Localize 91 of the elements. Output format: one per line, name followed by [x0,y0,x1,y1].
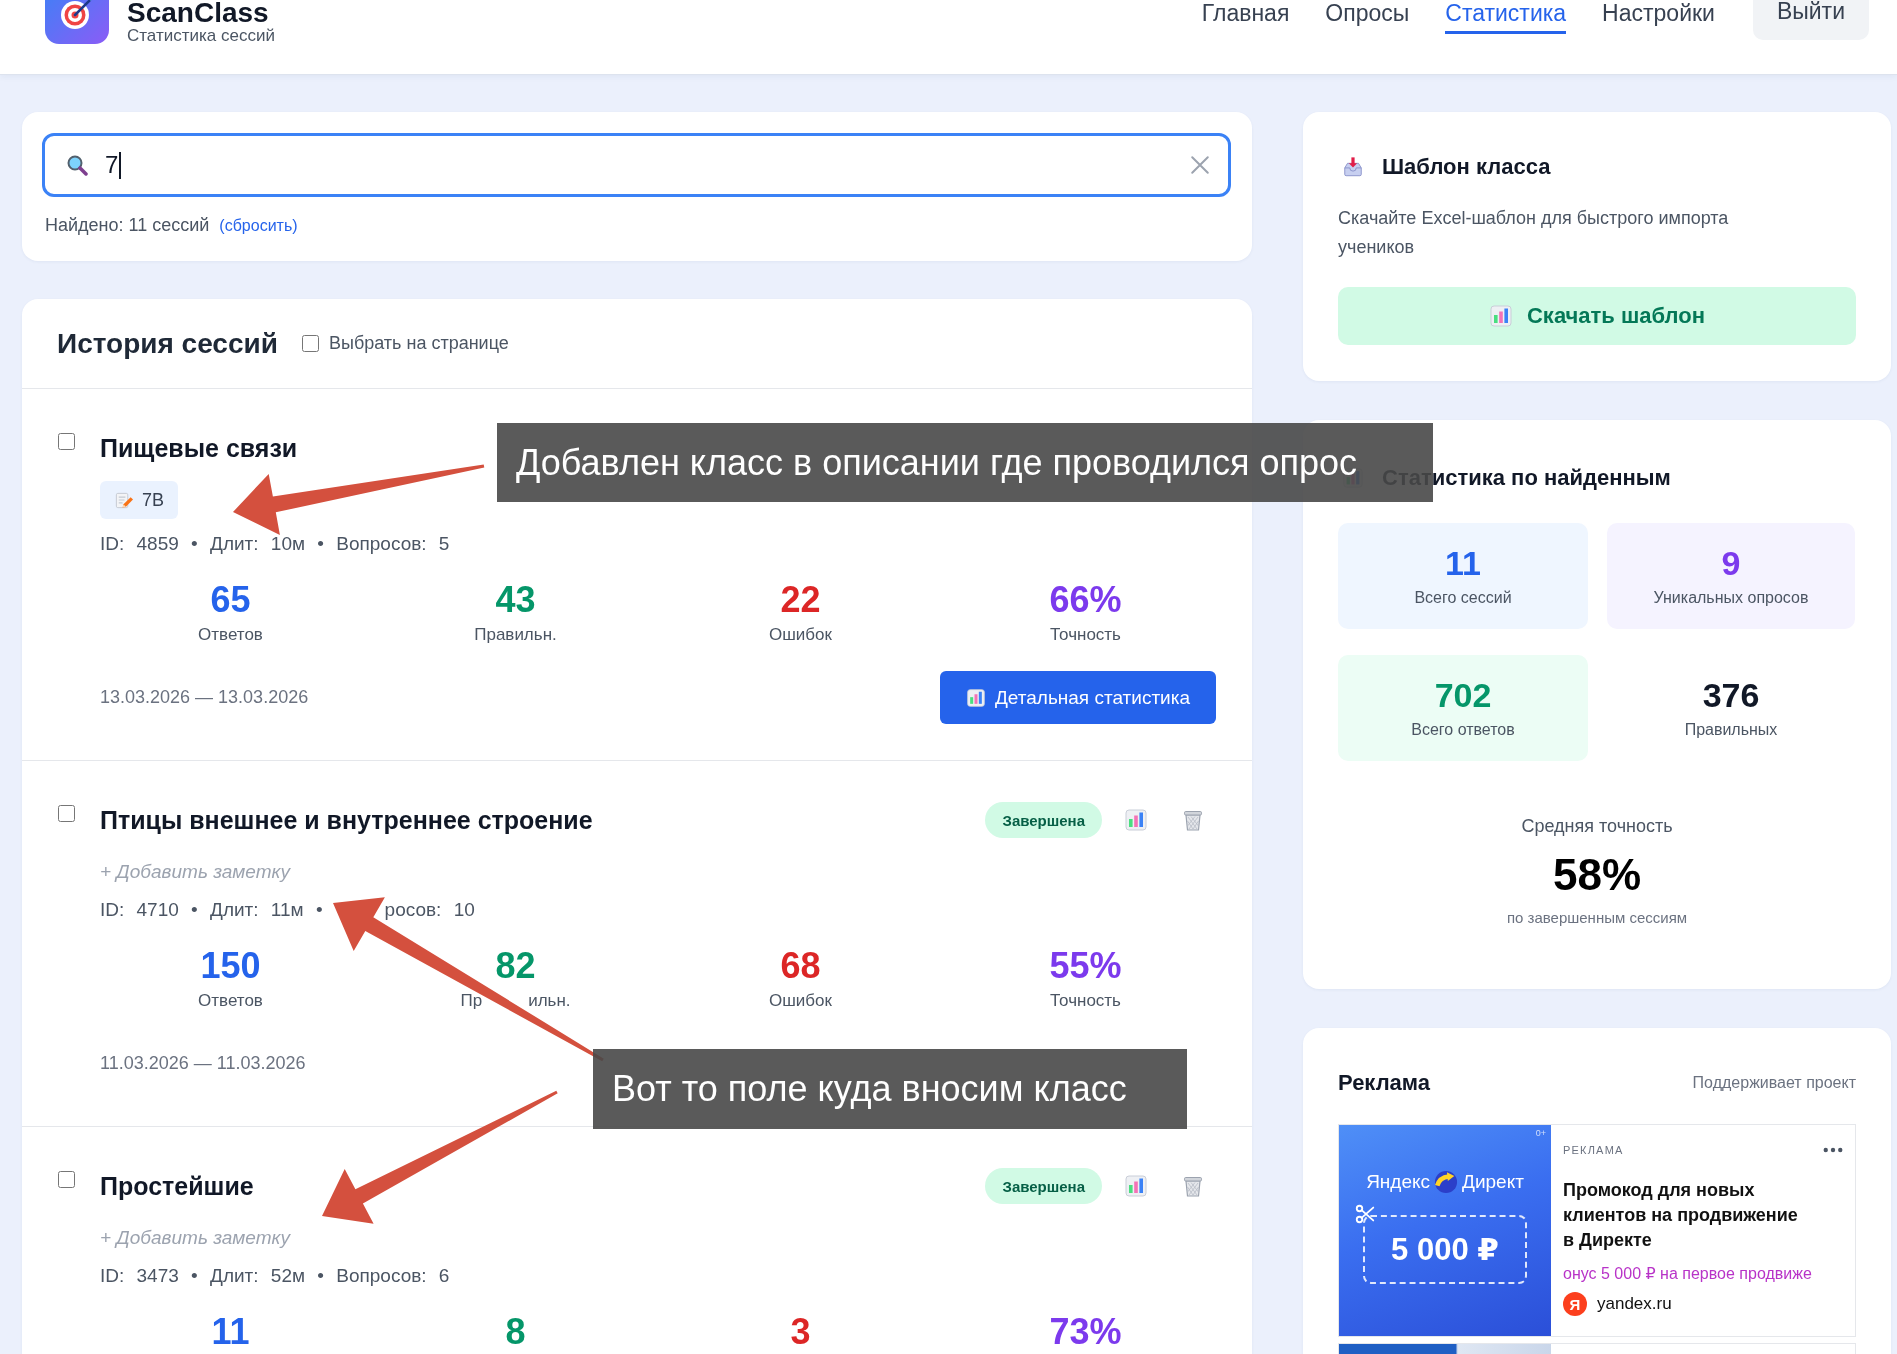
results-count: Найдено: 11 сессий [45,214,210,237]
session-title: Пищевые связи [100,433,298,463]
trash-icon[interactable] [1181,1174,1205,1198]
session-title: Птицы внешнее и внутреннее строение [100,805,593,835]
stat-value: 82 [495,946,536,986]
status-badge: Завершена [985,1168,1102,1204]
ad-domain: yandex.ru [1597,1294,1672,1314]
close-icon[interactable] [1190,155,1210,175]
stat-value: 8 [505,1312,526,1352]
stat-value: 376 [1702,675,1760,715]
session-meta: ID: 4859 • Длит: 10м • Вопросов: 5 [100,532,450,556]
date-range: 13.03.2026 — 13.03.2026 [100,687,309,708]
ad-label: РЕКЛАМА [1563,1144,1624,1156]
nav-tab[interactable]: Статистика [1445,0,1567,34]
stat-label: Пр [460,990,483,1012]
stat-label: Правильн. [474,624,557,646]
app-subtitle: Статистика сессий [127,26,275,46]
logout-button[interactable]: Выйти [1752,0,1869,40]
stat-label: Точность [1050,624,1121,646]
stat-label: Ответов [198,624,263,646]
reset-link[interactable]: (сбросить) [219,217,298,235]
support-note: Поддерживает проект [1692,1074,1856,1092]
stat-label: Ответов [198,990,263,1012]
bar-chart-icon[interactable] [1124,808,1148,832]
card-title: Реклама [1338,1070,1431,1096]
download-template-button[interactable]: Скачать шаблон [1338,287,1856,345]
bar-chart-icon [965,687,986,708]
session-meta: ID: 4710 • Длит: 11м • [100,898,323,922]
age-rating: 0+ [1535,1128,1546,1138]
stat-value: 11 [1445,543,1481,583]
stat-value: 702 [1434,675,1492,715]
scissors-icon [1354,1203,1376,1225]
card-description: Скачайте Excel-шаблон для быстрого импорта учеников [1338,207,1730,259]
stat-label: Ошибок [769,624,832,646]
stat-value: 11 [211,1312,250,1352]
banner-brand: Яндекс [1366,1170,1431,1194]
banner-brand: Директ [1462,1170,1524,1194]
stat-label: Уникальных опросов [1653,588,1809,608]
card-title: Шаблон класса [1382,154,1551,180]
class-note-tag[interactable]: 7В [100,481,179,519]
source-logo: Я [1563,1292,1587,1316]
stat-label: Точность [1050,990,1121,1012]
stat-value: 73% [1049,1312,1122,1352]
stat-label: Правильных [1684,720,1778,740]
stat-label: ильн. [528,990,571,1012]
ad-headline: Промокод для новых клиентов на продвижение в Директе [1563,1179,1799,1252]
session-checkbox[interactable] [58,1171,75,1188]
select-page-checkbox[interactable] [301,335,319,352]
search-icon [66,154,88,176]
session-checkbox[interactable] [58,805,75,822]
stat-value: 43 [495,580,536,620]
app-title: ScanClass [127,0,270,26]
inbox-tray-icon [1342,156,1364,178]
bar-chart-icon [1489,304,1513,328]
stat-value: 68 [780,946,821,986]
bar-chart-icon[interactable] [1124,1174,1148,1198]
stat-value: 55% [1049,946,1122,986]
nav-tab[interactable]: Настройки [1602,0,1715,34]
date-range: 11.03.2026 — 11.03.2026 [100,1053,306,1074]
session-title: Простейшие [100,1171,254,1201]
stat-label: Всего ответов [1411,720,1515,740]
ad-block[interactable]: 0+ Яндекс Директ 5 000 ₽ РЕКЛАМА Промокод для новых клиентов на продвижение в Директе онус 5 000 ₽ на первое продвиже Я yandex.ru [1338,1124,1856,1337]
nav-tab[interactable]: Главная [1201,0,1290,34]
select-page-label: Выбрать на странице [328,333,509,354]
stat-value: 22 [780,580,821,620]
more-icon[interactable] [1823,1147,1843,1153]
arrow-circle-logo-icon [1434,1170,1459,1194]
stat-value: 65 [210,580,251,620]
memo-pencil-icon [114,490,133,510]
average-note: по завершенным сессиям [1506,908,1688,928]
section-title: История сессий [57,327,278,360]
stat-value: 66% [1049,580,1122,620]
average-value: 58% [1552,850,1642,900]
session-meta: росов: 10 [384,898,475,922]
average-label: Средняя точность [1521,815,1673,838]
nav-tab[interactable]: Опросы [1325,0,1410,34]
stat-value: 3 [790,1312,811,1352]
ad-promo-text: онус 5 000 ₽ на первое продвиже [1563,1264,1813,1284]
session-checkbox[interactable] [58,433,75,450]
status-badge: Завершена [985,802,1102,838]
session-meta: ID: 3473 • Длит: 52м • Вопросов: 6 [100,1264,450,1288]
stat-label: Всего сессий [1414,588,1512,608]
trash-icon[interactable] [1181,808,1205,832]
coupon-amount: 5 000 ₽ [1391,1231,1499,1268]
search-field[interactable]: 7 [42,133,1231,197]
stat-value: 9 [1721,543,1741,583]
stat-value: 150 [200,946,261,986]
stat-label: Ошибок [769,990,832,1012]
text-cursor [119,151,122,179]
details-button[interactable]: Детальная статистика [939,671,1216,724]
annotation-tooltip: Вот то поле куда вносим класс [593,1049,1187,1129]
